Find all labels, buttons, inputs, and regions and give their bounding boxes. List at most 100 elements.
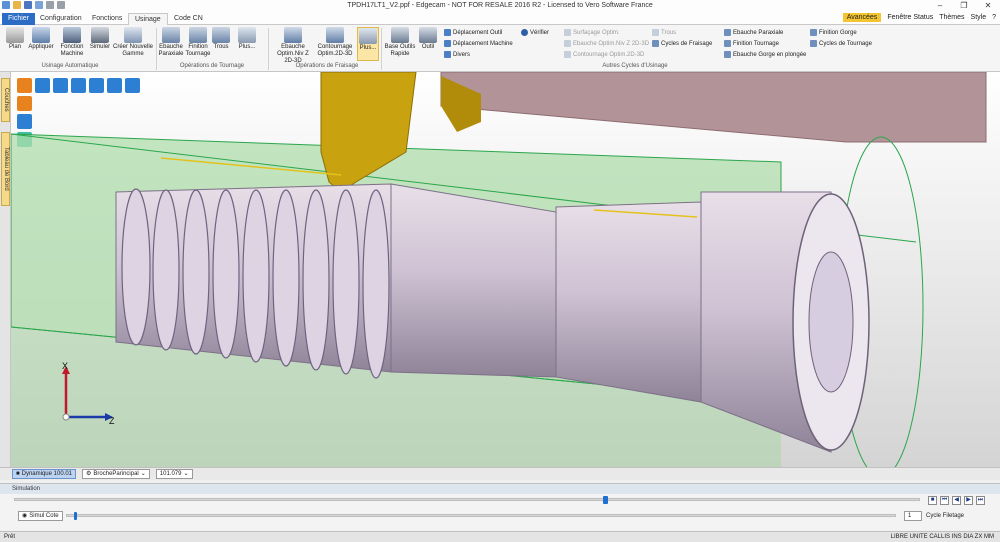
- outil-button[interactable]: Outil: [418, 27, 438, 51]
- profile-small-icon: [564, 51, 571, 58]
- x-axis-label: X: [62, 361, 68, 371]
- ebauche-paraxiale-small-item[interactable]: Ebauche Paraxiale: [724, 29, 783, 36]
- deplacement-machine-item[interactable]: Déplacement Machine: [444, 40, 513, 47]
- advanced-toggle[interactable]: Avancées: [842, 13, 882, 22]
- simulation-panel: Simulation: [0, 483, 1000, 530]
- themes-menu[interactable]: Thèmes: [939, 14, 964, 21]
- graphics-viewport[interactable]: X Z: [11, 72, 1000, 467]
- machine-move-icon: [444, 40, 451, 47]
- plus-turning-button[interactable]: Plus...: [236, 27, 258, 51]
- cycles-tournage-item[interactable]: Cycles de Tournage: [810, 40, 872, 47]
- tool-store-icon: [391, 27, 409, 43]
- ribbon: Plan Appliquer Fonction Machine Simuler …: [0, 25, 1000, 72]
- close-icon[interactable]: ✕: [976, 0, 1000, 12]
- window-title: TPDH17LT1_V2.ppf - Edgecam - NOT FOR RES…: [347, 2, 653, 9]
- radio-icon: ◉: [22, 513, 28, 519]
- tableau-bord-tab[interactable]: Tableau de Bord: [1, 132, 10, 206]
- group-label-usinage-auto: Usinage Automatique: [41, 63, 99, 69]
- minimize-icon[interactable]: –: [928, 0, 952, 12]
- trous-button[interactable]: Trous: [212, 27, 230, 51]
- base-outils-button[interactable]: Base Outils Rapide: [384, 27, 416, 58]
- cycle-number-field[interactable]: 1: [904, 511, 922, 521]
- axis-origin: [62, 413, 70, 421]
- finish-turn-icon: [189, 27, 207, 43]
- simuler-button[interactable]: Simuler: [89, 27, 111, 51]
- ebauche-gorge-item[interactable]: Ebauche Gorge en plongée: [724, 51, 806, 58]
- ebauche-optim-small-item: Ebauche Optim.Niv Z 2D-3D: [564, 40, 649, 47]
- rewind-button[interactable]: ⏮: [940, 496, 949, 505]
- simulate-icon: [91, 27, 109, 43]
- couches-tab[interactable]: Couches: [1, 78, 10, 122]
- creer-gamme-button[interactable]: Créer Nouvelle Gamme: [112, 27, 154, 58]
- contournage-small-item: Contournage Optim.2D-3D: [564, 51, 644, 58]
- cycle-slider[interactable]: [66, 514, 896, 517]
- status-bar: Prêt LIBRE UNITE CALLIS INS DIA ZX MM: [0, 531, 1000, 542]
- help-icon[interactable]: ?: [992, 14, 1000, 21]
- finition-gorge-item[interactable]: Finition Gorge: [810, 29, 857, 36]
- plus-milling-button[interactable]: Plus...: [357, 27, 379, 61]
- tab-configuration[interactable]: Configuration: [34, 13, 88, 25]
- deplacement-outil-item[interactable]: Déplacement Outil: [444, 29, 502, 36]
- main-timeline-thumb[interactable]: [602, 496, 608, 504]
- maximize-icon[interactable]: ❐: [952, 0, 976, 12]
- more-icon: [238, 27, 256, 43]
- misc-icon: [444, 51, 451, 58]
- spindle-icon: ⚙: [86, 471, 92, 477]
- groove-finish-icon: [810, 29, 817, 36]
- cycle-slider-thumb[interactable]: [74, 512, 78, 520]
- rough-mill-icon: [284, 27, 302, 43]
- fixture-block: [440, 72, 987, 143]
- fonction-machine-button[interactable]: Fonction Machine: [57, 27, 87, 58]
- tab-fichier[interactable]: Fichier: [2, 13, 36, 25]
- tab-code-cn[interactable]: Code CN: [168, 13, 209, 25]
- finish-turn-small-icon: [724, 40, 731, 47]
- groove-rough-icon: [724, 51, 731, 58]
- finition-tournage-button[interactable]: Finition Tournage: [185, 27, 211, 58]
- machine-icon: [63, 27, 81, 43]
- simul-cote-button[interactable]: ◉ Simul Cote: [18, 511, 63, 521]
- chevron-down-icon: ⌄: [183, 471, 189, 477]
- hole-small-icon: [652, 29, 659, 36]
- stop-button[interactable]: ■: [928, 496, 937, 505]
- step-back-button[interactable]: ◀: [952, 496, 961, 505]
- tab-fonctions[interactable]: Fonctions: [86, 13, 128, 25]
- rough-mill-small-icon: [564, 40, 571, 47]
- status-text: Prêt: [4, 534, 16, 540]
- ebauche-optim-button[interactable]: Ebauche Optim.Niv Z 2D-3D: [272, 27, 314, 65]
- apply-icon: [32, 27, 50, 43]
- plan-button[interactable]: Plan: [4, 27, 26, 51]
- ebauche-paraxiale-button[interactable]: Ebauche Paraxiale: [158, 27, 184, 58]
- dynamic-mode-combo[interactable]: ■ Dynamique 100.01: [12, 469, 76, 479]
- view-status-row: ■ Dynamique 100.01 ⚙ BrocheParincipal ⌄ …: [0, 467, 1000, 480]
- appliquer-button[interactable]: Appliquer: [27, 27, 55, 51]
- status-indicators: LIBRE UNITE CALLIS INS DIA ZX MM: [890, 534, 994, 540]
- fast-forward-button[interactable]: ⏭: [976, 496, 985, 505]
- play-button[interactable]: ▶: [964, 496, 973, 505]
- profile-icon: [326, 27, 344, 43]
- trous-small-item: Trous: [652, 29, 676, 36]
- chevron-down-icon: ⌄: [140, 471, 146, 477]
- ribbon-separator: [381, 28, 382, 70]
- surfacage-item: Surfaçage Optim.: [564, 29, 620, 36]
- cad-scene: X Z: [11, 72, 987, 467]
- group-label-fraisage: Opérations de Fraisage: [295, 63, 359, 69]
- finition-tournage-small-item[interactable]: Finition Tournage: [724, 40, 779, 47]
- tab-usinage[interactable]: Usinage: [128, 13, 168, 25]
- simulation-header: Simulation: [0, 484, 1000, 494]
- broche-combo[interactable]: ⚙ BrocheParincipal ⌄: [82, 469, 150, 479]
- cycles-fraisage-item[interactable]: Cycles de Fraisage: [652, 40, 712, 47]
- title-bar: TPDH17LT1_V2.ppf - Edgecam - NOT FOR RES…: [0, 0, 1000, 12]
- right-menu: Avancées Fenêtre Status Thèmes Style ?: [842, 13, 1000, 22]
- style-menu[interactable]: Style: [971, 14, 987, 21]
- value-combo[interactable]: 101.079 ⌄: [155, 469, 193, 479]
- ribbon-tabs: Fichier Configuration Fonctions Usinage …: [0, 12, 1000, 25]
- ribbon-separator: [156, 28, 157, 70]
- main-timeline-slider[interactable]: [14, 498, 920, 501]
- verify-icon: [521, 29, 528, 36]
- bolt-shank: [390, 183, 557, 378]
- more-icon: [359, 28, 377, 44]
- status-window-menu[interactable]: Fenêtre Status: [887, 14, 933, 21]
- verifier-item[interactable]: Vérifier: [521, 29, 549, 36]
- contournage-optim-button[interactable]: Contournage Optim.2D-3D: [315, 27, 355, 58]
- divers-item[interactable]: Divers: [444, 51, 470, 58]
